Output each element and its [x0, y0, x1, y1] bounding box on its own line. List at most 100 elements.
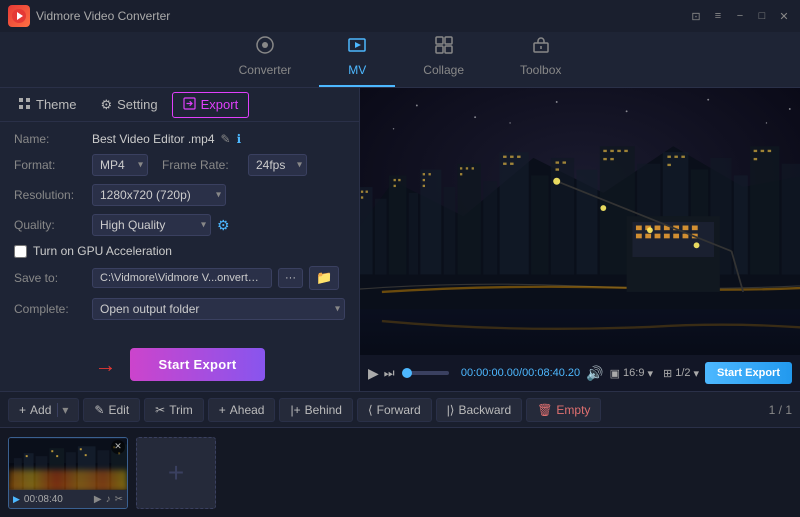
- toolbar-left: + Add ▾ ✎ Edit ✂ Trim + Ahead |+ Behind …: [8, 398, 601, 422]
- menu-icon-btn[interactable]: ≡: [710, 8, 726, 24]
- name-row: Name: Best Video Editor .mp4 ✎ ℹ: [14, 132, 345, 146]
- minimize-btn[interactable]: −: [732, 8, 748, 24]
- behind-label: Behind: [305, 403, 342, 417]
- export-form: Name: Best Video Editor .mp4 ✎ ℹ Format:…: [0, 122, 359, 330]
- timeline: ▶ 00:08:40 ▶ ♪ ✂ ✕ +: [0, 427, 800, 517]
- aspect-ratio-select[interactable]: ▣ 16:9 ▾: [610, 367, 653, 380]
- theme-icon: [18, 97, 31, 113]
- play-btn[interactable]: ▶: [368, 365, 379, 382]
- toolbox-icon: [531, 35, 551, 60]
- skip-btn[interactable]: ⏭: [384, 366, 395, 381]
- tab-mv-label: MV: [348, 63, 366, 77]
- ctrl-right: ▣ 16:9 ▾ ⊞ 1/2 ▾ Start Export: [610, 362, 792, 384]
- titlebar: Vidmore Video Converter ⊡ ≡ − □ ✕: [0, 0, 800, 32]
- titlebar-controls: ⊡ ≡ − □ ✕: [688, 8, 792, 24]
- time-current: 00:00:00.00: [461, 367, 519, 379]
- clip-type-icon: ▶: [13, 494, 20, 505]
- export-btn-nav[interactable]: Export: [172, 92, 250, 118]
- edit-btn[interactable]: ✎ Edit: [83, 398, 140, 422]
- tab-collage[interactable]: Collage: [395, 29, 492, 87]
- tab-toolbox[interactable]: Toolbox: [492, 29, 589, 87]
- backward-icon: |⟩: [447, 403, 455, 417]
- add-dropdown-icon[interactable]: ▾: [57, 403, 72, 417]
- mv-icon: [347, 35, 367, 60]
- complete-select[interactable]: Open output folder Do nothing: [92, 298, 345, 320]
- resolution-label: Resolution:: [14, 188, 86, 202]
- theme-btn[interactable]: Theme: [8, 93, 86, 117]
- start-export-button[interactable]: Start Export: [130, 348, 264, 381]
- app-icon: [8, 5, 30, 27]
- edit-icon[interactable]: ✎: [221, 132, 231, 146]
- left-panel: Theme ⚙ Setting Export Name:: [0, 88, 360, 391]
- export-action-area: → Start Export: [0, 330, 359, 391]
- backward-btn[interactable]: |⟩ Backward: [436, 398, 523, 422]
- setting-icon: ⚙: [100, 97, 112, 113]
- resolution-select[interactable]: 1280x720 (720p) 1920x1080 (1080p): [92, 184, 226, 206]
- clip-music-icon[interactable]: ♪: [106, 494, 111, 505]
- setting-btn[interactable]: ⚙ Setting: [90, 93, 167, 117]
- tab-collage-label: Collage: [423, 63, 464, 77]
- quality-select-wrapper: High Quality Standard Quality: [92, 214, 211, 236]
- name-label: Name:: [14, 132, 86, 146]
- add-btn[interactable]: + Add ▾: [8, 398, 79, 422]
- clip-scissors-icon[interactable]: ✂: [115, 494, 123, 505]
- converter-icon: [255, 35, 275, 60]
- behind-btn[interactable]: |+ Behind: [279, 398, 353, 422]
- aspect-ratio-value: 16:9: [623, 367, 644, 379]
- format-select[interactable]: MP4 MKV AVI: [92, 154, 148, 176]
- edit-label: Edit: [108, 403, 129, 417]
- close-btn[interactable]: ✕: [776, 8, 792, 24]
- framerate-select[interactable]: 24fps 30fps 60fps: [248, 154, 307, 176]
- framerate-select-wrapper: 24fps 30fps 60fps: [248, 154, 307, 176]
- tab-mv[interactable]: MV: [319, 29, 395, 87]
- page-info: 1 / 1: [769, 403, 792, 417]
- gpu-checkbox[interactable]: [14, 245, 27, 258]
- info-icon[interactable]: ℹ: [237, 132, 242, 146]
- export-icon: [183, 97, 196, 113]
- gpu-row: Turn on GPU Acceleration: [14, 244, 345, 258]
- right-panel: ▶ ⏭ 00:00:00.00/00:08:40.20 🔊 ▣ 16:9 ▾ ⊞: [360, 88, 800, 391]
- folder-icon-btn[interactable]: 📁: [309, 266, 339, 290]
- bottom-toolbar: + Add ▾ ✎ Edit ✂ Trim + Ahead |+ Behind …: [0, 391, 800, 427]
- path-dots-btn[interactable]: ···: [278, 268, 303, 288]
- progress-dot: [402, 368, 412, 378]
- video-preview: [360, 88, 800, 391]
- add-clip-btn[interactable]: +: [136, 437, 216, 509]
- progress-bar[interactable]: [407, 371, 449, 375]
- resolution-dropdown-icon: ▾: [694, 367, 700, 380]
- backward-label: Backward: [459, 403, 512, 417]
- start-export-small-btn[interactable]: Start Export: [705, 362, 792, 384]
- quality-select[interactable]: High Quality Standard Quality: [92, 214, 211, 236]
- clip-thumbnail-1: [9, 438, 127, 490]
- tab-converter[interactable]: Converter: [211, 29, 320, 87]
- collage-icon: [434, 35, 454, 60]
- trim-btn[interactable]: ✂ Trim: [144, 398, 204, 422]
- volume-btn[interactable]: 🔊: [586, 365, 603, 382]
- clip-close-btn-1[interactable]: ✕: [111, 440, 125, 454]
- forward-btn[interactable]: ⟨ Forward: [357, 398, 432, 422]
- quality-gear-icon[interactable]: ⚙: [217, 217, 230, 234]
- save-path-display: C:\Vidmore\Vidmore V...onverter\MV Expor…: [92, 268, 272, 288]
- add-icon: +: [19, 403, 26, 417]
- video-controls-bar: ▶ ⏭ 00:00:00.00/00:08:40.20 🔊 ▣ 16:9 ▾ ⊞: [360, 355, 800, 391]
- empty-btn[interactable]: 🗑 Empty: [526, 398, 601, 422]
- chat-icon-btn[interactable]: ⊡: [688, 8, 704, 24]
- resolution-select-ctrl[interactable]: ⊞ 1/2 ▾: [663, 367, 699, 380]
- maximize-btn[interactable]: □: [754, 8, 770, 24]
- titlebar-left: Vidmore Video Converter: [8, 5, 170, 27]
- behind-icon: |+: [290, 403, 300, 417]
- empty-icon: 🗑: [537, 403, 552, 417]
- video-scene-svg: [360, 88, 800, 391]
- clip-duration-1: 00:08:40: [24, 494, 63, 505]
- forward-icon: ⟨: [368, 403, 373, 417]
- resolution-row: Resolution: 1280x720 (720p) 1920x1080 (1…: [14, 184, 345, 206]
- timeline-clip-1[interactable]: ▶ 00:08:40 ▶ ♪ ✂ ✕: [8, 437, 128, 509]
- ahead-label: Ahead: [230, 403, 265, 417]
- add-label: Add: [30, 403, 51, 417]
- format-row: Format: MP4 MKV AVI Frame Rate: 24fps 30…: [14, 154, 345, 176]
- clip-play-icon[interactable]: ▶: [94, 494, 102, 505]
- edit-icon: ✎: [94, 403, 104, 417]
- ahead-btn[interactable]: + Ahead: [208, 398, 276, 422]
- aspect-dropdown-icon: ▾: [647, 367, 653, 380]
- quality-label: Quality:: [14, 218, 86, 232]
